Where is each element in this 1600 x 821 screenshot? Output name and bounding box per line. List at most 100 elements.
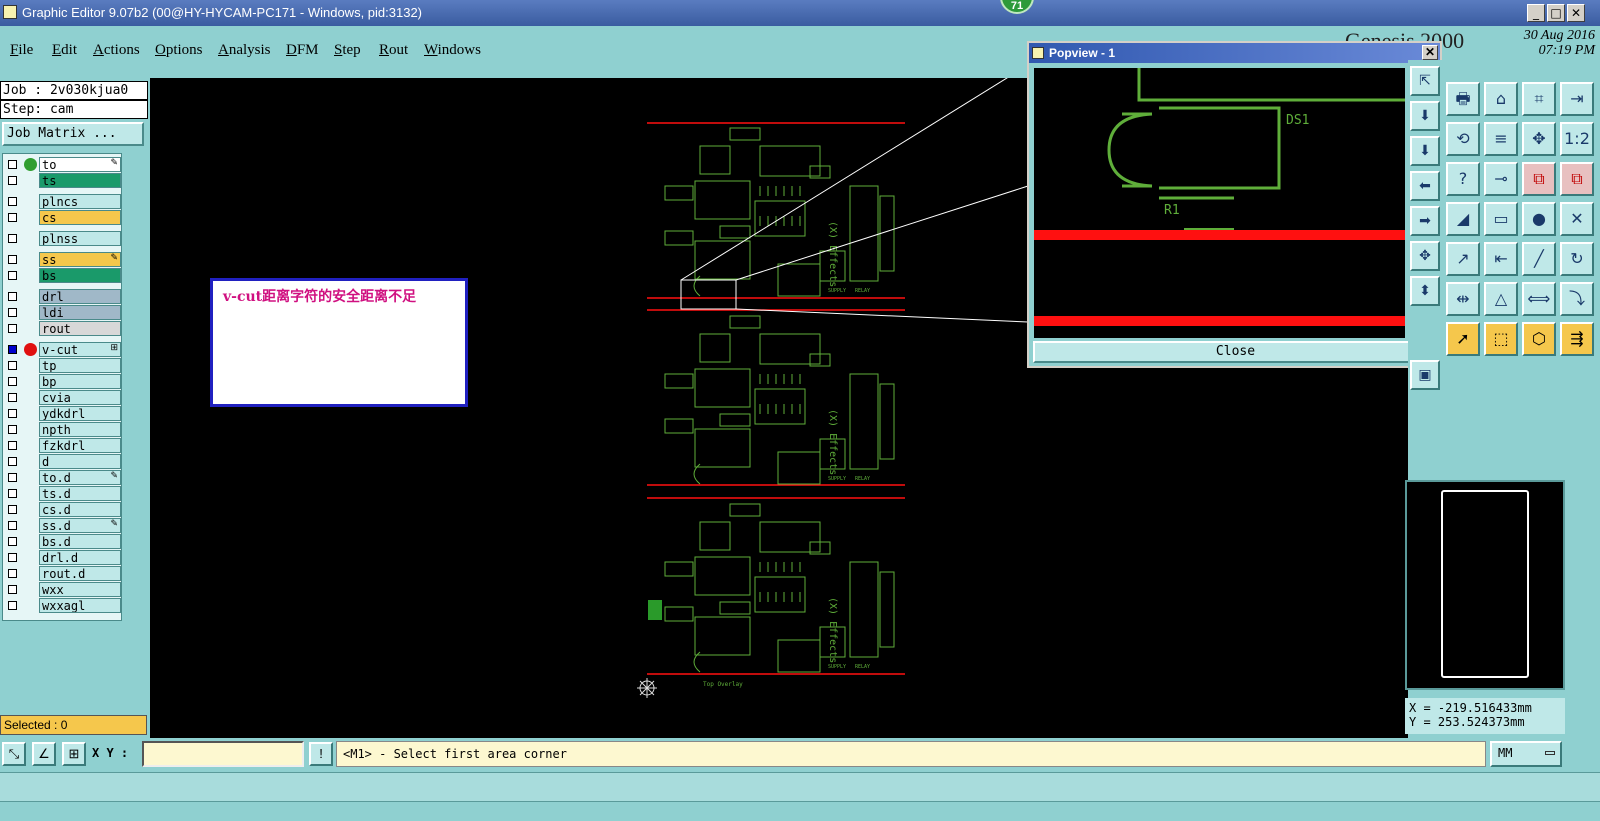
menu-actions[interactable]: Actions [93,42,140,59]
delta-icon[interactable]: △ [1484,282,1518,316]
layer-checkbox[interactable] [8,197,17,206]
layer-checkbox[interactable] [8,553,17,562]
layer-row-7[interactable]: drl [5,289,121,304]
help-icon[interactable]: ? [1446,162,1480,196]
xy-input[interactable] [142,741,304,767]
layer-name[interactable]: rout [39,321,121,336]
menu-windows[interactable]: Windows [424,42,481,59]
zoom-area-rect[interactable] [680,279,737,310]
select-icon[interactable]: ➚ [1446,322,1480,356]
layer-name[interactable]: drl [39,289,121,304]
overview-viewport[interactable] [1441,490,1529,678]
side-tool-2-icon[interactable]: ⬇ [1410,136,1440,166]
dimension-icon[interactable]: ⊸ [1484,162,1518,196]
info-icon[interactable]: ! [309,742,333,766]
layer-row-2[interactable]: plncs [5,194,121,209]
layer-checkbox[interactable] [8,160,17,169]
popview-screen[interactable]: DS1 R1 [1034,68,1405,338]
layer-name[interactable]: tp [39,358,121,373]
layer-checkbox[interactable] [8,601,17,610]
side-tool-3-icon[interactable]: ⬅ [1410,171,1440,201]
layer-row-3[interactable]: cs [5,210,121,225]
move-icon[interactable]: ✥ [1522,122,1556,156]
layer-name[interactable]: plncs [39,194,121,209]
maximize-button[interactable]: □ [1547,4,1565,22]
layer-row-21[interactable]: ss.d ✎ [5,518,121,533]
layer-name[interactable]: d [39,454,121,469]
layer-row-11[interactable]: tp [5,358,121,373]
ruler-icon[interactable]: ▭ [1484,202,1518,236]
layer-row-18[interactable]: to.d ✎ [5,470,121,485]
layer-row-14[interactable]: ydkdrl [5,406,121,421]
layer-row-10[interactable]: v-cut ⊞ [5,342,121,357]
unit-select[interactable]: MM [1490,741,1562,767]
layer-checkbox[interactable] [8,425,17,434]
export-icon[interactable]: ⇥ [1560,82,1594,116]
select-multi-icon[interactable]: ⇶ [1560,322,1594,356]
layer-display-dot-icon[interactable] [24,343,37,356]
layer-checkbox[interactable] [8,521,17,530]
layer-row-26[interactable]: wxxagl [5,598,121,613]
layer-name[interactable]: to [39,157,121,172]
layer-checkbox[interactable] [8,441,17,450]
snapshot-icon[interactable]: ▣ [1410,360,1440,390]
layer-name[interactable]: ydkdrl [39,406,121,421]
circle-icon[interactable]: ● [1522,202,1556,236]
popview-titlebar[interactable]: Popview - 1 ✕ [1029,43,1440,63]
snap-icon[interactable]: ⤡ [2,742,26,766]
minimize-button[interactable]: _ [1527,4,1545,22]
layer-name[interactable]: ldi [39,305,121,320]
layer-checkbox[interactable] [8,537,17,546]
menu-options[interactable]: Options [155,42,203,59]
layer-checkbox[interactable] [8,292,17,301]
scale-icon[interactable]: 1:2 [1560,122,1594,156]
angle-icon[interactable]: ∠ [32,742,56,766]
overview-map[interactable] [1405,480,1565,690]
layer-checkbox[interactable] [8,377,17,386]
layer-row-17[interactable]: d [5,454,121,469]
layer-name[interactable]: ts [39,173,121,188]
layer-name[interactable]: wxxagl [39,598,121,613]
layer-row-20[interactable]: cs.d [5,502,121,517]
layer-name[interactable]: fzkdrl [39,438,121,453]
layer-row-22[interactable]: bs.d [5,534,121,549]
undo-redo-icon[interactable]: ⟲ [1446,122,1480,156]
layer-row-23[interactable]: drl.d [5,550,121,565]
layer-name[interactable]: v-cut [39,342,121,357]
layer-checkbox[interactable] [8,345,17,354]
popview-close-button[interactable]: Close [1033,341,1438,363]
rotate-icon[interactable]: ↻ [1560,242,1594,276]
layer-checkbox[interactable] [8,409,17,418]
layer-row-5[interactable]: ss ✎ [5,252,121,267]
layer-name[interactable]: bs [39,268,121,283]
grid-icon[interactable]: ⊞ [62,742,86,766]
layer-checkbox[interactable] [8,505,17,514]
side-tool-6-icon[interactable]: ⬍ [1410,276,1440,306]
mirror-icon[interactable]: ⇹ [1446,282,1480,316]
layer-row-12[interactable]: bp [5,374,121,389]
close-window-button[interactable]: ✕ [1567,4,1585,22]
layer-name[interactable]: ts.d [39,486,121,501]
layer-checkbox[interactable] [8,213,17,222]
job-matrix-button[interactable]: Job Matrix ... [2,122,144,146]
layer-checkbox[interactable] [8,457,17,466]
layer-checkbox[interactable] [8,569,17,578]
layer-checkbox[interactable] [8,234,17,243]
layer-checkbox[interactable] [8,176,17,185]
side-tool-4-icon[interactable]: ➡ [1410,206,1440,236]
home-icon[interactable]: ⌂ [1484,82,1518,116]
layer-name[interactable]: npth [39,422,121,437]
layer-display-dot-icon[interactable] [24,158,37,171]
side-tool-5-icon[interactable]: ✥ [1410,241,1440,271]
layer-name[interactable]: rout.d [39,566,121,581]
layer-name[interactable]: wxx [39,582,121,597]
layer-checkbox[interactable] [8,393,17,402]
menu-step[interactable]: Step [334,42,361,59]
arc-icon[interactable]: ↗ [1446,242,1480,276]
layer-name[interactable]: cvia [39,390,121,405]
menu-dfm[interactable]: DFM [286,42,319,59]
layer-row-25[interactable]: wxx [5,582,121,597]
xy-icon[interactable]: ⌗ [1522,82,1556,116]
layer-a-icon[interactable]: ⧉ [1522,162,1556,196]
layer-row-24[interactable]: rout.d [5,566,121,581]
